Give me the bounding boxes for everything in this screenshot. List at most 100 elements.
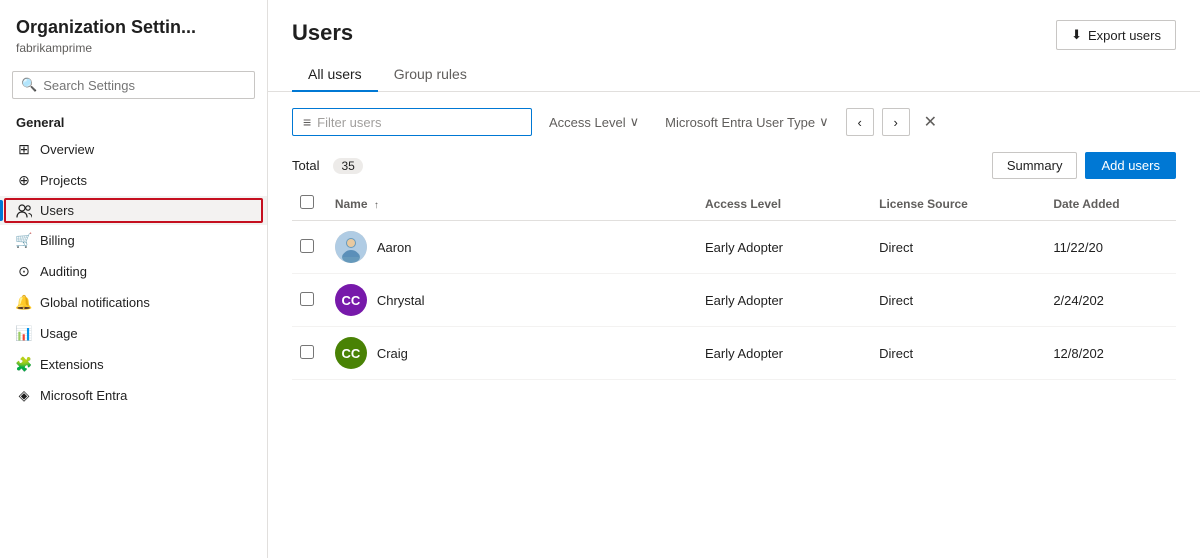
sidebar-item-users[interactable]: Users <box>0 196 267 225</box>
filter-input-wrapper[interactable]: ≡ <box>292 108 532 136</box>
row-access-level: Early Adopter <box>697 221 871 274</box>
usage-icon: 📊 <box>16 325 32 342</box>
row-date-added: 2/24/202 <box>1045 274 1176 327</box>
sidebar-item-global-notifications[interactable]: 🔔 Global notifications <box>0 287 267 318</box>
avatar: CC <box>335 284 367 316</box>
total-label: Total <box>292 158 319 173</box>
sidebar-item-label: Billing <box>40 233 75 248</box>
access-level-chevron-icon: ∨ <box>630 114 640 130</box>
search-settings-input[interactable] <box>43 78 246 93</box>
row-name-cell: Aaron <box>327 221 697 274</box>
summary-button[interactable]: Summary <box>992 152 1078 179</box>
row-name-cell: CC Craig <box>327 327 697 380</box>
users-table-area: Total 35 Summary Add users Name ↑ Access… <box>268 152 1200 558</box>
row-checkbox-cell <box>292 274 327 327</box>
filter-bar: ≡ Access Level ∨ Microsoft Entra User Ty… <box>268 92 1200 152</box>
close-icon: ✕ <box>924 114 937 131</box>
sidebar-item-label: Global notifications <box>40 295 150 310</box>
row-checkbox-cell <box>292 327 327 380</box>
auditing-icon: ⊙ <box>16 263 32 280</box>
col-header-date-added: Date Added <box>1045 187 1176 221</box>
export-users-button[interactable]: ⬇ Export users <box>1056 20 1176 50</box>
sidebar-item-usage[interactable]: 📊 Usage <box>0 318 267 349</box>
row-access-level: Early Adopter <box>697 327 871 380</box>
user-name: Craig <box>377 346 408 361</box>
access-level-label: Access Level <box>549 115 626 130</box>
sidebar-header: Organization Settin... fabrikamprime <box>0 0 267 59</box>
add-users-button[interactable]: Add users <box>1085 152 1176 179</box>
entra-user-type-dropdown[interactable]: Microsoft Entra User Type ∨ <box>656 108 838 136</box>
filter-users-input[interactable] <box>317 115 497 130</box>
tab-all-users[interactable]: All users <box>292 58 378 92</box>
row-date-added: 12/8/202 <box>1045 327 1176 380</box>
export-users-label: Export users <box>1088 28 1161 43</box>
row-checkbox-cell <box>292 221 327 274</box>
sidebar-title: Organization Settin... <box>16 16 251 39</box>
chevron-right-icon: › <box>894 115 898 130</box>
row-name-cell: CC Chrystal <box>327 274 697 327</box>
sidebar: Organization Settin... fabrikamprime 🔍 G… <box>0 0 268 558</box>
col-header-license-source: License Source <box>871 187 1045 221</box>
row-date-added: 11/22/20 <box>1045 221 1176 274</box>
total-count-badge: 35 <box>333 158 362 174</box>
sidebar-item-label: Extensions <box>40 357 104 372</box>
next-page-button[interactable]: › <box>882 108 910 136</box>
col-name-label: Name <box>335 197 368 211</box>
access-level-dropdown[interactable]: Access Level ∨ <box>540 108 648 136</box>
avatar <box>335 231 367 263</box>
row-checkbox[interactable] <box>300 345 314 359</box>
sidebar-item-label: Users <box>40 203 74 218</box>
projects-icon: ⊕ <box>16 172 32 189</box>
page-title: Users <box>292 20 353 46</box>
sidebar-section-general: General <box>0 107 267 134</box>
export-icon: ⬇ <box>1071 27 1082 43</box>
row-license-source: Direct <box>871 221 1045 274</box>
prev-page-button[interactable]: ‹ <box>846 108 874 136</box>
table-row: CC Chrystal Early AdopterDirect2/24/202 <box>292 274 1176 327</box>
row-access-level: Early Adopter <box>697 274 871 327</box>
col-header-access-level: Access Level <box>697 187 871 221</box>
entra-icon: ◈ <box>16 387 32 404</box>
sidebar-item-extensions[interactable]: 🧩 Extensions <box>0 349 267 380</box>
row-license-source: Direct <box>871 327 1045 380</box>
sidebar-item-label: Projects <box>40 173 87 188</box>
col-header-name[interactable]: Name ↑ <box>327 187 697 221</box>
table-toolbar: Total 35 Summary Add users <box>292 152 1176 179</box>
sidebar-search-box[interactable]: 🔍 <box>12 71 255 99</box>
sidebar-item-label: Auditing <box>40 264 87 279</box>
tab-group-rules[interactable]: Group rules <box>378 58 483 92</box>
clear-filters-button[interactable]: ✕ <box>918 110 943 134</box>
users-table: Name ↑ Access Level License Source Date … <box>292 187 1176 380</box>
entra-user-type-label: Microsoft Entra User Type <box>665 115 815 130</box>
sidebar-item-auditing[interactable]: ⊙ Auditing <box>0 256 267 287</box>
billing-icon: 🛒 <box>16 232 32 249</box>
user-name: Aaron <box>377 240 412 255</box>
sidebar-item-label: Microsoft Entra <box>40 388 127 403</box>
extensions-icon: 🧩 <box>16 356 32 373</box>
tabs: All users Group rules <box>292 58 1176 91</box>
notifications-icon: 🔔 <box>16 294 32 311</box>
sidebar-item-projects[interactable]: ⊕ Projects <box>0 165 267 196</box>
sidebar-item-label: Usage <box>40 326 78 341</box>
entra-type-chevron-icon: ∨ <box>819 114 829 130</box>
select-all-checkbox[interactable] <box>300 195 314 209</box>
table-row: CC Craig Early AdopterDirect12/8/202 <box>292 327 1176 380</box>
row-checkbox[interactable] <box>300 292 314 306</box>
sidebar-item-label: Overview <box>40 142 94 157</box>
filter-icon: ≡ <box>303 114 311 130</box>
sidebar-subtitle: fabrikamprime <box>16 41 251 55</box>
avatar: CC <box>335 337 367 369</box>
col-header-check <box>292 187 327 221</box>
chevron-left-icon: ‹ <box>858 115 862 130</box>
row-checkbox[interactable] <box>300 239 314 253</box>
sidebar-item-microsoft-entra[interactable]: ◈ Microsoft Entra <box>0 380 267 411</box>
table-row: Aaron Early AdopterDirect11/22/20 <box>292 221 1176 274</box>
search-icon: 🔍 <box>21 77 37 93</box>
sidebar-item-billing[interactable]: 🛒 Billing <box>0 225 267 256</box>
overview-icon: ⊞ <box>16 141 32 158</box>
main-content: Users ⬇ Export users All users Group rul… <box>268 0 1200 558</box>
user-name: Chrystal <box>377 293 425 308</box>
users-icon <box>16 204 32 218</box>
sidebar-item-overview[interactable]: ⊞ Overview <box>0 134 267 165</box>
row-license-source: Direct <box>871 274 1045 327</box>
